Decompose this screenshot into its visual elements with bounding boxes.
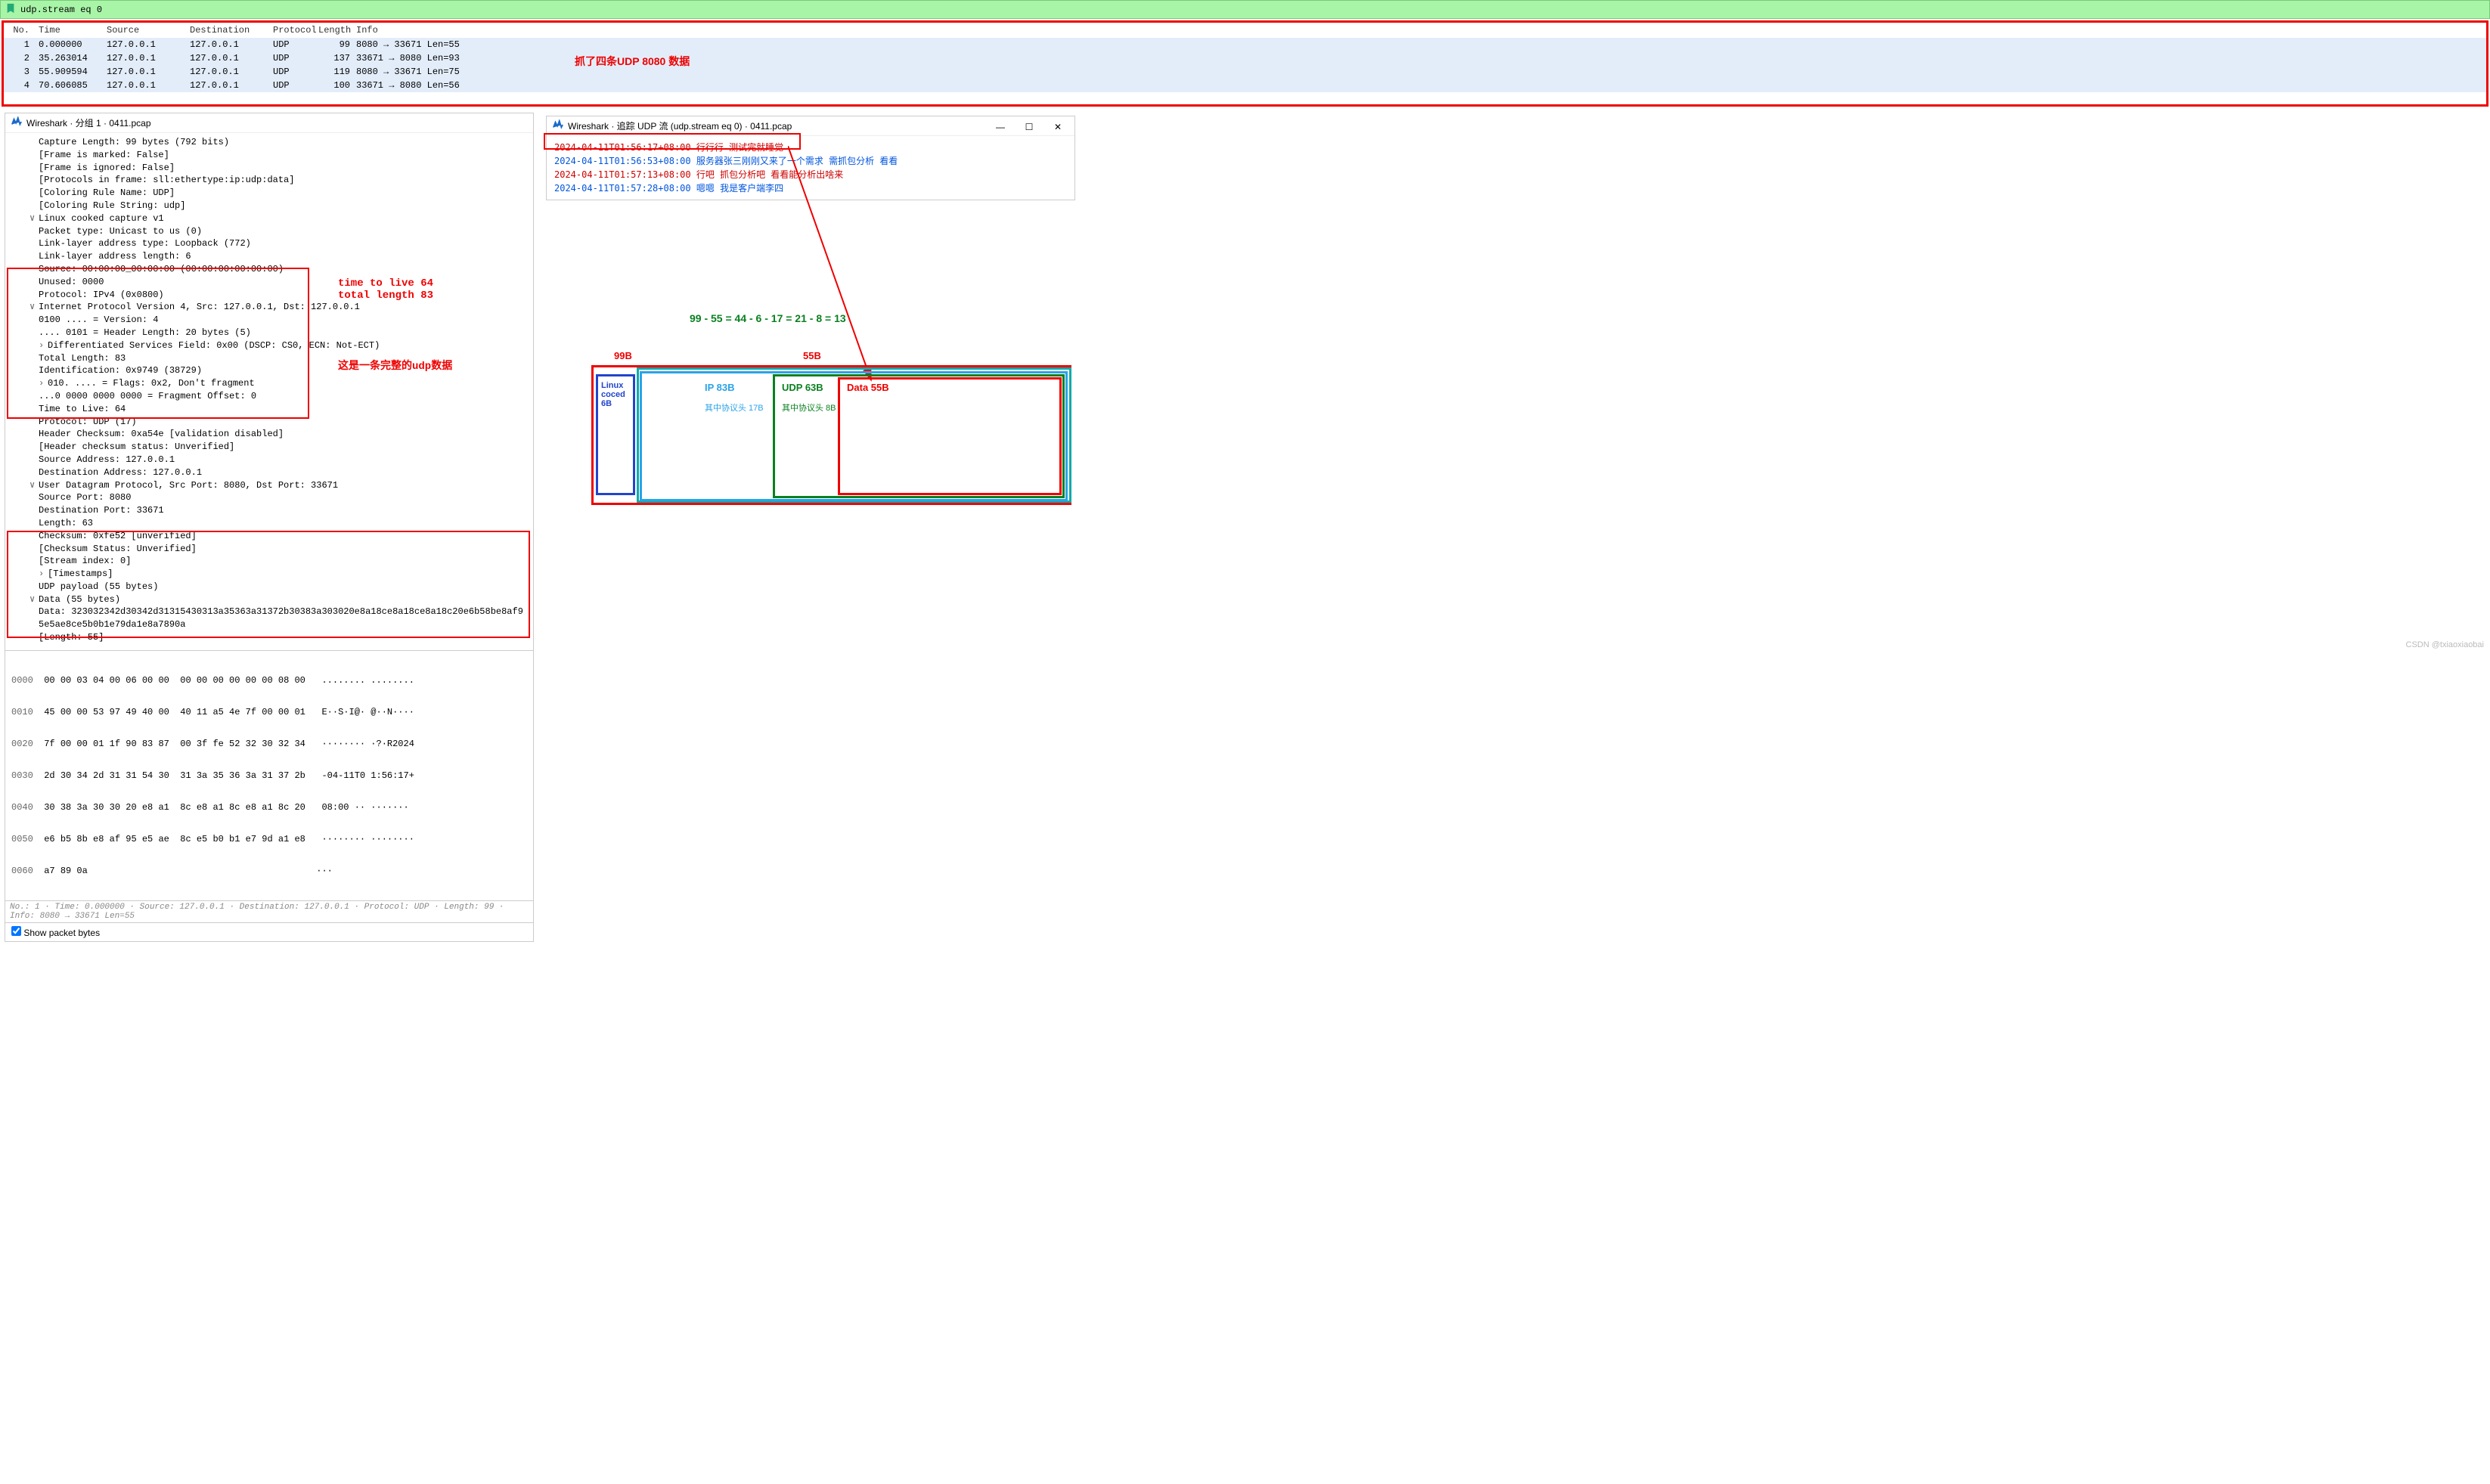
- detail-section[interactable]: ∨Data (55 bytes): [11, 593, 527, 606]
- detail-line[interactable]: Data: 323032342d30342d31315430313a35363a…: [11, 606, 527, 631]
- detail-line[interactable]: [Protocols in frame: sll:ethertype:ip:ud…: [11, 174, 527, 187]
- hex-dump-pane[interactable]: 0000 00 00 03 04 00 06 00 00 00 00 00 00…: [5, 650, 533, 900]
- stream-content[interactable]: 2024-04-11T01:56:17+08:00 行行行 测试完就睡觉 202…: [547, 136, 1074, 200]
- display-filter-bar[interactable]: udp.stream eq 0: [0, 0, 2490, 19]
- show-bytes-row[interactable]: Show packet bytes: [5, 922, 533, 941]
- detail-line[interactable]: .... 0101 = Header Length: 20 bytes (5): [11, 327, 527, 339]
- annotation-text: total length 83: [338, 289, 433, 304]
- minimize-button[interactable]: —: [987, 118, 1014, 136]
- annotation-text: 这是一条完整的udp数据: [338, 360, 452, 375]
- detail-line[interactable]: Protocol: UDP (17): [11, 416, 527, 429]
- bookmark-icon: [5, 3, 16, 16]
- stream-line[interactable]: 2024-04-11T01:56:17+08:00 行行行 测试完就睡觉: [554, 141, 1067, 154]
- stream-line[interactable]: 2024-04-11T01:56:53+08:00 服务器张三刚刚又来了一个需求…: [554, 154, 1067, 168]
- detail-line[interactable]: ›Differentiated Services Field: 0x00 (DS…: [11, 339, 527, 352]
- window-titlebar[interactable]: Wireshark · 分组 1 · 0411.pcap: [5, 113, 533, 133]
- close-button[interactable]: ✕: [1044, 118, 1071, 136]
- packet-row[interactable]: 10.000000127.0.0.1127.0.0.1UDP998080 → 3…: [4, 38, 2486, 51]
- detail-section[interactable]: ∨Internet Protocol Version 4, Src: 127.0…: [11, 301, 527, 314]
- detail-line[interactable]: ...0 0000 0000 0000 = Fragment Offset: 0: [11, 390, 527, 403]
- expand-icon[interactable]: ›: [39, 339, 48, 352]
- annotation-label: 55B: [803, 350, 821, 361]
- detail-line[interactable]: Link-layer address type: Loopback (772): [11, 237, 527, 250]
- detail-line[interactable]: Source Address: 127.0.0.1: [11, 454, 527, 466]
- detail-line[interactable]: [Frame is ignored: False]: [11, 162, 527, 175]
- follow-stream-window: Wireshark · 追踪 UDP 流 (udp.stream eq 0) ·…: [546, 116, 1075, 200]
- packet-list-pane[interactable]: No. Time Source Destination Protocol Len…: [2, 20, 2488, 107]
- detail-section[interactable]: ∨User Datagram Protocol, Src Port: 8080,…: [11, 479, 527, 492]
- packet-row[interactable]: 470.606085127.0.0.1127.0.0.1UDP10033671 …: [4, 79, 2486, 92]
- detail-line[interactable]: ›010. .... = Flags: 0x2, Don't fragment: [11, 377, 527, 390]
- hex-row[interactable]: 0050 e6 b5 8b e8 af 95 e5 ae 8c e5 b0 b1…: [11, 834, 527, 844]
- detail-section[interactable]: ∨Linux cooked capture v1: [11, 212, 527, 225]
- packet-diagram: Linux coced 6B IP 83B 其中协议头 17B UDP 63B …: [591, 365, 1075, 509]
- expand-icon[interactable]: ›: [39, 377, 48, 390]
- detail-line[interactable]: Checksum: 0xfe52 [unverified]: [11, 530, 527, 543]
- detail-line[interactable]: Capture Length: 99 bytes (792 bits): [11, 136, 527, 149]
- detail-line[interactable]: [Frame is marked: False]: [11, 149, 527, 162]
- detail-line[interactable]: [Stream index: 0]: [11, 555, 527, 568]
- detail-line[interactable]: Source: 00:00:00_00:00:00 (00:00:00:00:0…: [11, 263, 527, 276]
- hex-row[interactable]: 0010 45 00 00 53 97 49 40 00 40 11 a5 4e…: [11, 707, 527, 717]
- detail-line[interactable]: [Coloring Rule String: udp]: [11, 200, 527, 212]
- detail-line[interactable]: Destination Port: 33671: [11, 504, 527, 517]
- show-bytes-label: Show packet bytes: [23, 928, 100, 938]
- detail-line[interactable]: [Header checksum status: Unverified]: [11, 441, 527, 454]
- detail-line[interactable]: Length: 63: [11, 517, 527, 530]
- detail-line[interactable]: 0100 .... = Version: 4: [11, 314, 527, 327]
- packet-row[interactable]: 235.263014127.0.0.1127.0.0.1UDP13733671 …: [4, 51, 2486, 65]
- wireshark-icon: [11, 116, 22, 129]
- expand-icon[interactable]: ›: [39, 568, 48, 581]
- detail-line[interactable]: [Checksum Status: Unverified]: [11, 543, 527, 556]
- detail-line[interactable]: Header Checksum: 0xa54e [validation disa…: [11, 428, 527, 441]
- packet-row[interactable]: 355.909594127.0.0.1127.0.0.1UDP1198080 →…: [4, 65, 2486, 79]
- collapse-icon[interactable]: ∨: [29, 593, 39, 606]
- packet-detail-tree[interactable]: Capture Length: 99 bytes (792 bits) [Fra…: [5, 133, 533, 647]
- display-filter-input[interactable]: udp.stream eq 0: [20, 5, 2485, 15]
- window-titlebar[interactable]: Wireshark · 追踪 UDP 流 (udp.stream eq 0) ·…: [547, 116, 1074, 136]
- annotation-label: 99B: [614, 350, 632, 361]
- hex-row[interactable]: 0030 2d 30 34 2d 31 31 54 30 31 3a 35 36…: [11, 770, 527, 781]
- detail-line[interactable]: UDP payload (55 bytes): [11, 581, 527, 593]
- stream-line[interactable]: 2024-04-11T01:57:28+08:00 嗯嗯 我是客户端李四: [554, 181, 1067, 195]
- detail-line[interactable]: Protocol: IPv4 (0x0800): [11, 289, 527, 302]
- annotation-calc: 99 - 55 = 44 - 6 - 17 = 21 - 8 = 13: [690, 312, 846, 324]
- packet-list-header: No. Time Source Destination Protocol Len…: [4, 23, 2486, 38]
- hex-row[interactable]: 0060 a7 89 0a ···: [11, 866, 527, 876]
- detail-line[interactable]: ›[Timestamps]: [11, 568, 527, 581]
- detail-line[interactable]: [Length: 55]: [11, 631, 527, 644]
- detail-line[interactable]: Destination Address: 127.0.0.1: [11, 466, 527, 479]
- collapse-icon[interactable]: ∨: [29, 479, 39, 492]
- watermark: CSDN @txiaoxiaobai: [2406, 640, 2485, 649]
- hex-row[interactable]: 0040 30 38 3a 30 30 20 e8 a1 8c e8 a1 8c…: [11, 802, 527, 813]
- show-bytes-checkbox[interactable]: [11, 926, 21, 936]
- packet-detail-window: Wireshark · 分组 1 · 0411.pcap Capture Len…: [5, 113, 534, 942]
- detail-line[interactable]: Link-layer address length: 6: [11, 250, 527, 263]
- collapse-icon[interactable]: ∨: [29, 212, 39, 225]
- collapse-icon[interactable]: ∨: [29, 301, 39, 314]
- window-title: Wireshark · 追踪 UDP 流 (udp.stream eq 0) ·…: [568, 119, 792, 132]
- stream-line[interactable]: 2024-04-11T01:57:13+08:00 行吧 抓包分析吧 看看能分析…: [554, 168, 1067, 181]
- detail-line[interactable]: Time to Live: 64: [11, 403, 527, 416]
- detail-line[interactable]: [Coloring Rule Name: UDP]: [11, 187, 527, 200]
- hex-row[interactable]: 0020 7f 00 00 01 1f 90 83 87 00 3f fe 52…: [11, 739, 527, 749]
- detail-line[interactable]: Packet type: Unicast to us (0): [11, 225, 527, 238]
- detail-line[interactable]: Unused: 0000: [11, 276, 527, 289]
- wireshark-icon: [553, 119, 563, 132]
- window-title: Wireshark · 分组 1 · 0411.pcap: [26, 116, 151, 129]
- hex-row[interactable]: 0000 00 00 03 04 00 06 00 00 00 00 00 00…: [11, 675, 527, 686]
- annotation-text: 抓了四条UDP 8080 数据: [575, 54, 690, 69]
- status-bar: No.: 1 · Time: 0.000000 · Source: 127.0.…: [5, 900, 533, 922]
- detail-line[interactable]: Source Port: 8080: [11, 491, 527, 504]
- maximize-button[interactable]: ☐: [1016, 118, 1043, 136]
